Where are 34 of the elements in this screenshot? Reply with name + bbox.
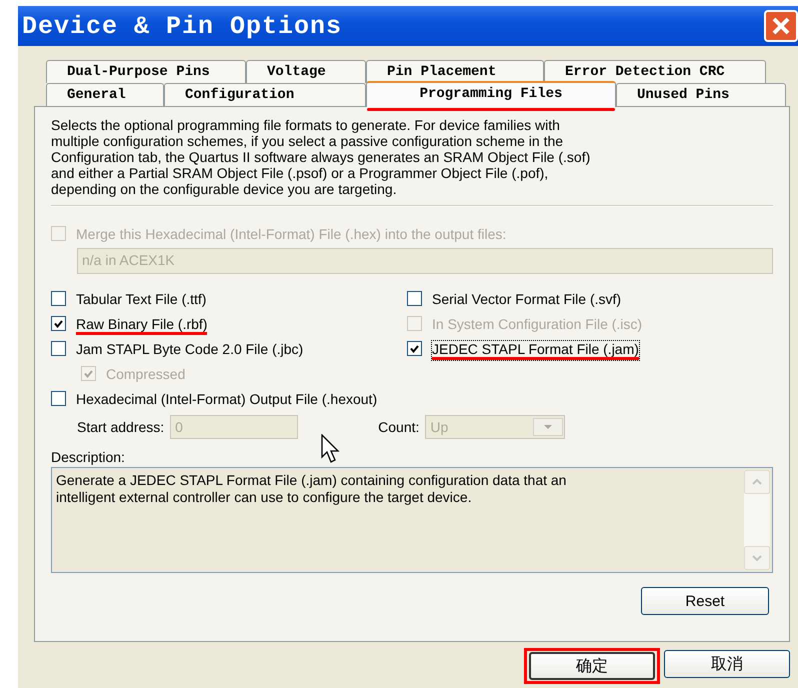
checkbox-label[interactable]: Raw Binary File (.rbf) xyxy=(76,316,208,334)
checkbox-label[interactable]: Hexadecimal (Intel-Format) Output File (.hexout) xyxy=(76,390,378,410)
checkbox-label[interactable]: Jam STAPL Byte Code 2.0 File (.jbc) xyxy=(76,340,304,360)
checkbox-label[interactable]: Tabular Text File (.ttf) xyxy=(76,290,206,310)
close-button[interactable] xyxy=(764,10,798,42)
count-label: Count: xyxy=(378,419,420,435)
checkbox-label[interactable]: JEDEC STAPL Format File (.jam) xyxy=(432,340,639,360)
checkbox-label[interactable]: Serial Vector Format File (.svf) xyxy=(432,290,622,310)
intro-text: Selects the optional programming file formats to generate. For device families with multiple configuration schemes, if you select a passive configuration scheme in the Configuration tab, the Quartus II software always generates an SRAM Object File (.sof) and either a Partial SRAM Object File (.psof) or a Programmer Object File (.pof), depending on the configurable device you are targeting. xyxy=(51,117,592,197)
tab[interactable]: Pin Placement xyxy=(366,60,544,83)
ok-button[interactable]: 确定 xyxy=(529,652,655,680)
checkbox[interactable] xyxy=(51,291,66,306)
checkmark-icon xyxy=(410,344,419,352)
tab[interactable]: General xyxy=(46,83,164,106)
cancel-button[interactable]: 取消 xyxy=(664,650,790,678)
tab[interactable]: Configuration xyxy=(164,83,366,106)
checkmark-icon xyxy=(54,320,63,328)
window-title: Device & Pin Options xyxy=(22,12,342,40)
tab[interactable]: Voltage xyxy=(246,60,366,83)
count-value: Up xyxy=(430,418,448,437)
start-address-label: Start address: xyxy=(77,419,164,435)
checkbox[interactable] xyxy=(407,291,422,306)
checkmark-icon xyxy=(84,370,93,378)
description-label: Description: xyxy=(51,449,125,465)
tab[interactable]: Unused Pins xyxy=(616,83,786,106)
reset-button[interactable]: Reset xyxy=(641,587,769,615)
checkbox[interactable] xyxy=(51,391,66,406)
checkbox[interactable] xyxy=(407,341,422,356)
checkbox[interactable] xyxy=(51,341,66,356)
description-text: Generate a JEDEC STAPL Format File (.jam) containing configuration data that an intelligent external controller can use to configure the target device. xyxy=(55,471,568,507)
caret-icon xyxy=(543,424,554,430)
close-icon xyxy=(770,15,792,37)
checkbox[interactable] xyxy=(51,316,66,331)
tab[interactable]: Error Detection CRC xyxy=(544,60,766,83)
